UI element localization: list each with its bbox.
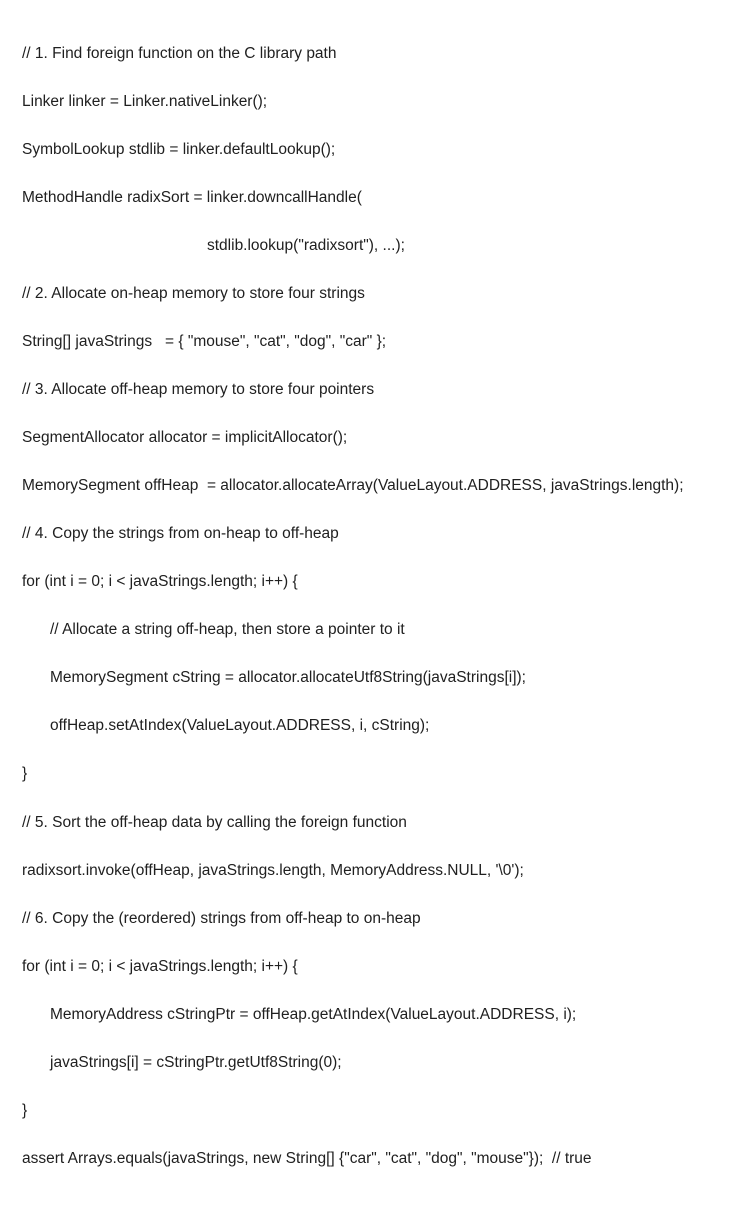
code-line: // 6. Copy the (reordered) strings from … bbox=[22, 907, 724, 931]
code-line: for (int i = 0; i < javaStrings.length; … bbox=[22, 570, 724, 594]
code-line: Linker linker = Linker.nativeLinker(); bbox=[22, 90, 724, 114]
code-line: } bbox=[22, 1099, 724, 1123]
code-line: stdlib.lookup("radixsort"), ...); bbox=[22, 234, 724, 258]
code-line: MemorySegment cString = allocator.alloca… bbox=[22, 666, 724, 690]
code-line: // 2. Allocate on-heap memory to store f… bbox=[22, 282, 724, 306]
code-line: for (int i = 0; i < javaStrings.length; … bbox=[22, 955, 724, 979]
code-line: SymbolLookup stdlib = linker.defaultLook… bbox=[22, 138, 724, 162]
code-line: // 1. Find foreign function on the C lib… bbox=[22, 42, 724, 66]
code-line: assert Arrays.equals(javaStrings, new St… bbox=[22, 1147, 724, 1171]
code-line: // 3. Allocate off-heap memory to store … bbox=[22, 378, 724, 402]
code-line: MemorySegment offHeap = allocator.alloca… bbox=[22, 474, 724, 498]
code-line: MemoryAddress cStringPtr = offHeap.getAt… bbox=[22, 1003, 724, 1027]
code-line: offHeap.setAtIndex(ValueLayout.ADDRESS, … bbox=[22, 714, 724, 738]
code-line: MethodHandle radixSort = linker.downcall… bbox=[22, 186, 724, 210]
code-line: } bbox=[22, 762, 724, 786]
code-line: String[] javaStrings = { "mouse", "cat",… bbox=[22, 330, 724, 354]
code-line: // 4. Copy the strings from on-heap to o… bbox=[22, 522, 724, 546]
code-line: radixsort.invoke(offHeap, javaStrings.le… bbox=[22, 859, 724, 883]
code-line: SegmentAllocator allocator = implicitAll… bbox=[22, 426, 724, 450]
code-line: // Allocate a string off-heap, then stor… bbox=[22, 618, 724, 642]
code-line: javaStrings[i] = cStringPtr.getUtf8Strin… bbox=[22, 1051, 724, 1075]
code-line: // 5. Sort the off-heap data by calling … bbox=[22, 811, 724, 835]
code-snippet: // 1. Find foreign function on the C lib… bbox=[22, 18, 724, 1195]
